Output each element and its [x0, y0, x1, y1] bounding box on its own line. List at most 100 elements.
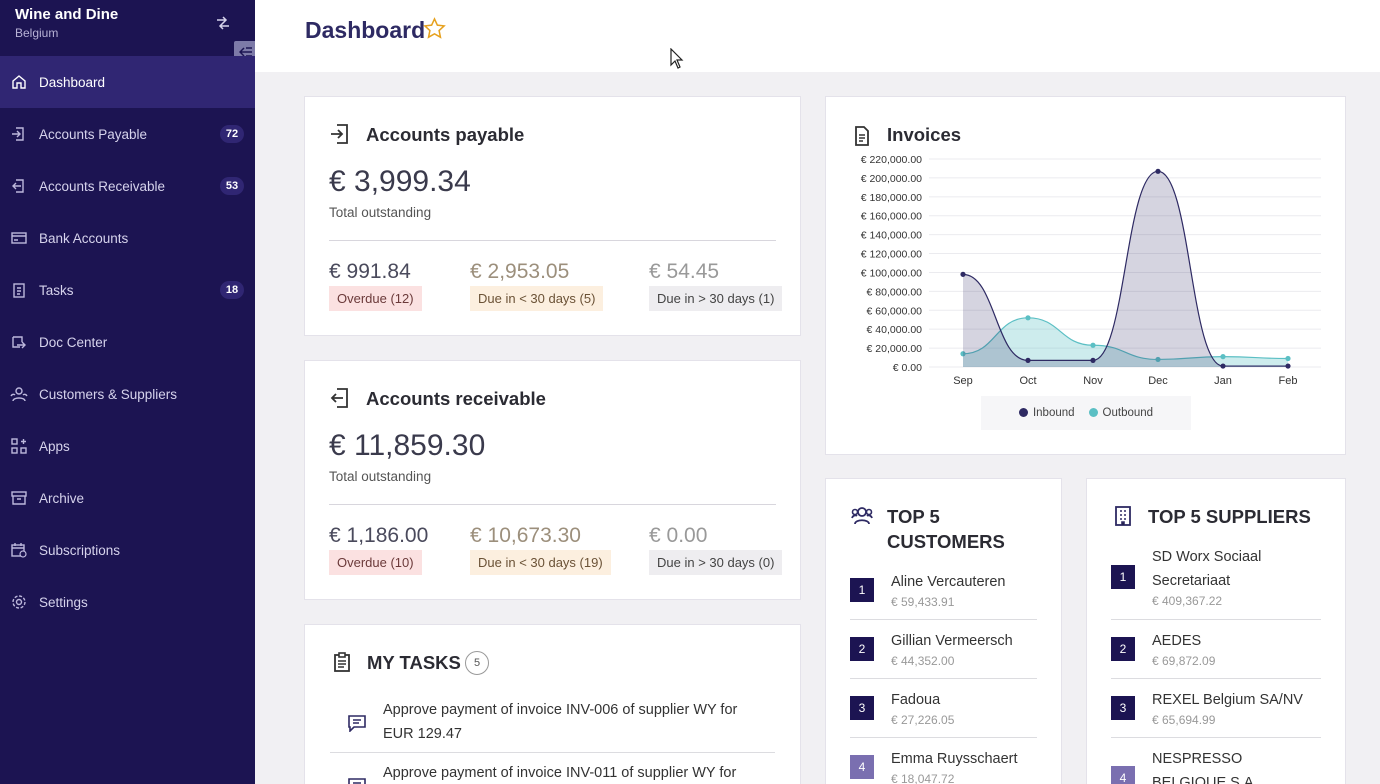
data-point-inbound	[1155, 168, 1161, 174]
users-icon	[851, 506, 873, 531]
clipboard-icon	[10, 281, 28, 299]
document-icon	[854, 126, 870, 151]
top-customers-card: TOP 5 CUSTOMERS 1 Aline Vercauteren € 59…	[825, 478, 1062, 784]
sidebar-item-customers-suppliers[interactable]: Customers & Suppliers	[0, 368, 255, 420]
total-outstanding-label: Total outstanding	[329, 205, 432, 220]
data-point-outbound	[1025, 315, 1031, 321]
task-item[interactable]: Approve payment of invoice INV-011 of su…	[330, 760, 775, 784]
x-tick-label: Jan	[1214, 375, 1232, 387]
accounts-receivable-card: Accounts receivable € 11,859.30 Total ou…	[304, 360, 801, 600]
sidebar-item-label: Doc Center	[39, 334, 108, 350]
count-badge: 72	[220, 125, 244, 143]
sidebar-item-apps[interactable]: Apps	[0, 420, 255, 472]
legend-label: Inbound	[1032, 407, 1075, 419]
sidebar-item-subscriptions[interactable]: Subscriptions	[0, 524, 255, 576]
task-item[interactable]: Approve payment of invoice INV-006 of su…	[330, 697, 775, 753]
overdue-tag[interactable]: Overdue (10)	[329, 550, 422, 575]
sidebar-item-accounts-receivable[interactable]: Accounts Receivable 53	[0, 160, 255, 212]
sidebar-item-label: Archive	[39, 490, 85, 506]
legend-item-outbound[interactable]: Outbound	[1088, 407, 1153, 419]
y-tick-label: € 0.00	[893, 362, 922, 374]
divider	[329, 240, 776, 241]
data-point-outbound	[1285, 355, 1291, 362]
top-suppliers-card: TOP 5 SUPPLIERS 1 SD Worx Sociaal Secret…	[1086, 478, 1346, 784]
due-later-tag[interactable]: Due in > 30 days (0)	[649, 550, 783, 575]
sidebar-item-tasks[interactable]: Tasks 18	[0, 264, 255, 316]
building-icon	[1115, 506, 1131, 531]
doc-center-icon	[10, 333, 28, 351]
overdue-amount: € 991.84	[329, 260, 411, 283]
company-switcher[interactable]: Wine and Dine Belgium	[15, 6, 118, 40]
favorite-star-icon[interactable]	[423, 17, 446, 45]
data-point-outbound	[1220, 354, 1226, 360]
divider	[850, 678, 1037, 679]
supplier-amount: € 65,694.99	[1152, 713, 1216, 727]
sidebar-item-doc-center[interactable]: Doc Center	[0, 316, 255, 368]
archive-icon	[10, 489, 28, 507]
sidebar-item-label: Apps	[39, 438, 70, 454]
customer-amount: € 27,226.05	[891, 713, 955, 727]
x-tick-label: Oct	[1019, 375, 1036, 387]
y-tick-label: € 200,000.00	[861, 173, 922, 185]
count-badge: 53	[220, 177, 244, 195]
divider	[850, 619, 1037, 620]
payable-icon	[10, 125, 28, 143]
customer-name: Aline Vercauteren	[891, 574, 1006, 590]
due-soon-amount: € 10,673.30	[470, 524, 581, 547]
switch-company-icon[interactable]	[214, 14, 232, 32]
receivable-icon	[330, 387, 350, 414]
sidebar-item-bank-accounts[interactable]: Bank Accounts	[0, 212, 255, 264]
y-tick-label: € 160,000.00	[861, 211, 922, 223]
sidebar-item-archive[interactable]: Archive	[0, 472, 255, 524]
y-tick-label: € 60,000.00	[867, 305, 923, 317]
x-tick-label: Feb	[1279, 375, 1298, 387]
invoices-card: Invoices € 220,000.00 € 200,000.00 € 180,0…	[825, 96, 1346, 455]
count-badge: 18	[220, 281, 244, 299]
overdue-tag[interactable]: Overdue (12)	[329, 286, 422, 311]
data-point-outbound	[1090, 342, 1096, 348]
x-tick-label: Nov	[1083, 375, 1103, 387]
card-title: MY TASKS	[367, 652, 461, 673]
rank-badge: 3	[1111, 696, 1135, 720]
sidebar-item-label: Tasks	[39, 282, 74, 298]
apps-icon	[10, 437, 28, 455]
sidebar-item-settings[interactable]: Settings	[0, 576, 255, 628]
total-outstanding-amount: € 11,859.30	[329, 429, 486, 462]
supplier-name: AEDES	[1152, 633, 1202, 649]
divider	[329, 504, 776, 505]
task-text: Approve payment of invoice INV-011 of su…	[383, 765, 737, 781]
card-title-line2: CUSTOMERS	[887, 531, 1005, 552]
rank-badge: 4	[1111, 766, 1135, 784]
supplier-name: REXEL Belgium SA/NV	[1152, 692, 1303, 708]
legend-item-inbound[interactable]: Inbound	[1018, 407, 1075, 419]
divider	[330, 752, 775, 753]
due-later-amount: € 54.45	[649, 260, 720, 283]
clipboard-icon	[333, 652, 351, 677]
supplier-amount: € 409,367.22	[1152, 594, 1223, 608]
due-soon-tag[interactable]: Due in < 30 days (5)	[470, 286, 604, 311]
card-title: Accounts receivable	[366, 388, 546, 409]
company-name: Wine and Dine	[15, 6, 119, 23]
sidebar-item-label: Accounts Payable	[39, 126, 148, 142]
due-soon-tag[interactable]: Due in < 30 days (19)	[470, 550, 611, 575]
card-icon	[10, 229, 28, 247]
comment-icon	[347, 714, 367, 737]
sidebar-item-label: Dashboard	[39, 74, 106, 90]
sidebar-item-accounts-payable[interactable]: Accounts Payable 72	[0, 108, 255, 160]
y-tick-label: € 40,000.00	[867, 324, 923, 336]
due-soon-amount: € 2,953.05	[470, 260, 570, 283]
y-tick-label: € 220,000.00	[861, 154, 922, 166]
divider	[1111, 737, 1321, 738]
card-title: Invoices	[887, 124, 962, 145]
card-title: TOP 5	[887, 506, 940, 527]
customer-name: Gillian Vermeersch	[891, 633, 1013, 649]
rank-badge: 2	[850, 637, 874, 661]
rank-badge: 4	[850, 755, 874, 779]
sidebar-item-dashboard[interactable]: Dashboard	[0, 56, 255, 108]
y-tick-label: € 80,000.00	[867, 286, 923, 298]
y-tick-label: € 100,000.00	[861, 267, 922, 279]
due-later-tag[interactable]: Due in > 30 days (1)	[649, 286, 783, 311]
rank-badge: 1	[850, 578, 874, 602]
company-country: Belgium	[15, 26, 59, 40]
sidebar-item-label: Subscriptions	[39, 542, 121, 558]
